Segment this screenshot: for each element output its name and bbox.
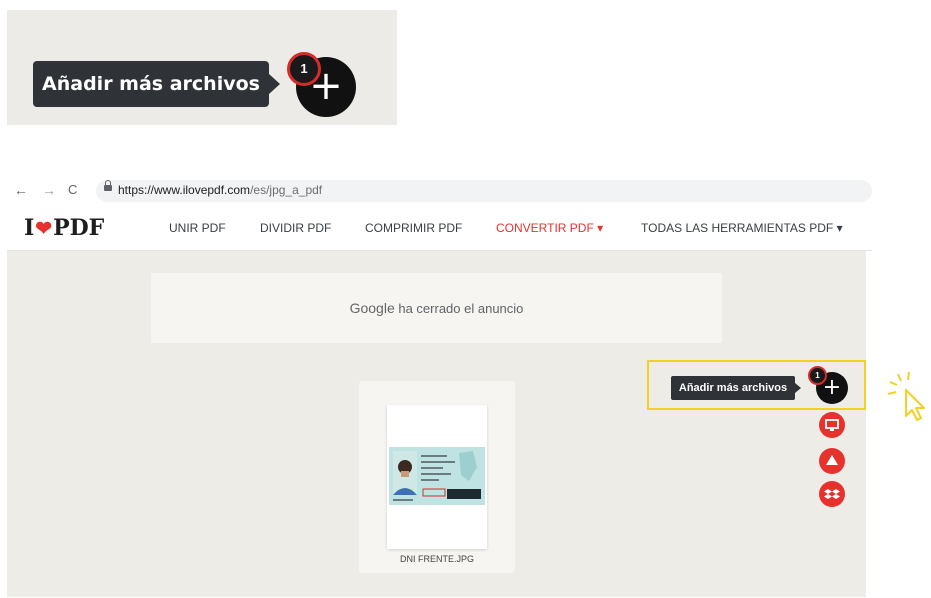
nav-comprimir-pdf[interactable]: COMPRIMIR PDF [365, 221, 462, 235]
ilovepdf-logo[interactable]: I❤PDF [24, 215, 104, 241]
click-cursor-icon [887, 371, 925, 421]
upload-from-dropbox-button[interactable] [819, 481, 845, 507]
url-host: https://www.ilovepdf.com [118, 183, 251, 197]
id-card-image [389, 447, 485, 505]
nav-todas-herramientas[interactable]: TODAS LAS HERRAMIENTAS PDF ▾ [641, 221, 843, 235]
forward-arrow-icon[interactable]: → [42, 182, 56, 198]
site-header: I❤PDF UNIR PDF DIVIDIR PDF COMPRIMIR PDF… [7, 206, 872, 251]
work-area: Google ha cerrado el anuncio DNI FRENTE.… [7, 251, 866, 597]
google-wordmark: Google [349, 300, 395, 316]
nav-dividir-pdf[interactable]: DIVIDIR PDF [260, 221, 331, 235]
file-card[interactable]: DNI FRENTE.JPG [359, 381, 515, 573]
id-card-illustration [389, 447, 485, 505]
url-path: /es/jpg_a_pdf [250, 183, 323, 197]
zoomed-file-count-badge: 1 [287, 52, 321, 86]
lock-icon [104, 180, 112, 191]
nav-convertir-pdf[interactable]: CONVERTIR PDF ▾ [496, 221, 603, 235]
ad-closed-notice: Google ha cerrado el anuncio [151, 273, 722, 343]
ad-closed-text: ha cerrado el anuncio [394, 301, 524, 316]
browser-address-bar: ← → C https://www.ilovepdf.com/es/jpg_a_… [0, 180, 872, 202]
computer-icon [825, 419, 839, 431]
file-thumbnail [387, 405, 487, 549]
add-files-tooltip: Añadir más archivos [671, 376, 801, 400]
upload-from-computer-button[interactable] [819, 412, 845, 438]
url-text: https://www.ilovepdf.com/es/jpg_a_pdf [118, 183, 322, 197]
logo-text-pdf: PDF [53, 215, 105, 241]
google-drive-icon [826, 455, 838, 465]
back-arrow-icon[interactable]: ← [14, 182, 28, 198]
file-name: DNI FRENTE.JPG [399, 554, 474, 564]
upload-from-google-drive-button[interactable] [819, 448, 845, 474]
logo-letter-i: I [24, 215, 35, 241]
url-field[interactable]: https://www.ilovepdf.com/es/jpg_a_pdf [96, 180, 872, 202]
reload-icon[interactable]: C [68, 182, 77, 197]
zoomed-tooltip: Añadir más archivos [33, 61, 280, 107]
zoomed-callout: Añadir más archivos + 1 [7, 10, 397, 125]
file-count-badge: 1 [808, 366, 827, 385]
dropbox-icon [824, 489, 840, 499]
heart-icon: ❤ [35, 216, 53, 240]
nav-unir-pdf[interactable]: UNIR PDF [169, 221, 226, 235]
